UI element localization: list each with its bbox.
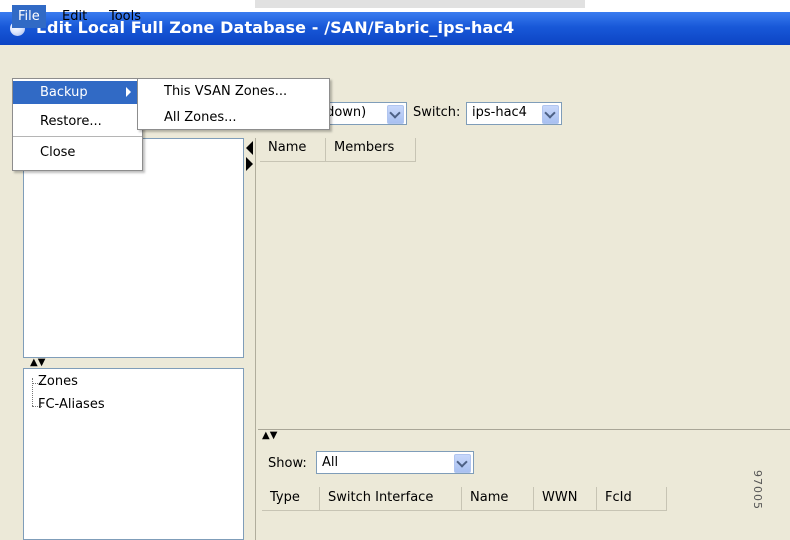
column-header-type[interactable]: Type xyxy=(262,487,320,511)
menu-item-close[interactable]: Close xyxy=(13,141,142,164)
split-pane-arrows-icon[interactable]: ▲▼ xyxy=(262,431,302,441)
column-header-name[interactable]: Name xyxy=(260,138,326,162)
chevron-down-icon[interactable] xyxy=(387,105,404,124)
zone-list-pane[interactable] xyxy=(23,138,244,358)
chevron-down-icon[interactable] xyxy=(542,105,559,124)
background-toolbar-remnant xyxy=(255,0,585,8)
submenu-arrow-icon xyxy=(126,87,131,97)
column-header-switch-interface[interactable]: Switch Interface xyxy=(320,487,462,511)
split-pane-arrows-icon[interactable]: ▲▼ xyxy=(30,358,70,368)
figure-code: 97005 xyxy=(751,470,764,510)
zone-tree-pane[interactable] xyxy=(23,368,244,540)
tree-item-zones[interactable]: Zones xyxy=(38,374,78,389)
show-select-value: All xyxy=(322,455,339,470)
expand-right-icon[interactable] xyxy=(246,157,253,171)
column-header-fcid[interactable]: FcId xyxy=(597,487,667,511)
menu-item-this-vsan-zones[interactable]: This VSAN Zones... xyxy=(164,81,287,103)
menu-bar xyxy=(0,45,790,78)
tree-item-fc-aliases[interactable]: FC-Aliases xyxy=(38,397,105,412)
zones-table-pane xyxy=(258,138,790,430)
column-header-members[interactable]: Members xyxy=(326,138,416,162)
menu-item-all-zones[interactable]: All Zones... xyxy=(164,107,237,129)
menu-edit[interactable]: Edit xyxy=(56,5,93,28)
show-label: Show: xyxy=(268,456,307,471)
chevron-down-icon[interactable] xyxy=(454,454,471,473)
menu-file[interactable]: File xyxy=(12,5,46,28)
column-header-wwn[interactable]: WWN xyxy=(534,487,597,511)
switch-label: Switch: xyxy=(413,105,461,120)
menu-item-restore[interactable]: Restore... xyxy=(13,110,142,133)
switch-select-value: ips-hac4 xyxy=(472,105,527,120)
menu-tools[interactable]: Tools xyxy=(103,5,147,28)
menu-item-backup[interactable]: Backup xyxy=(13,81,142,104)
collapse-left-icon[interactable] xyxy=(246,141,253,155)
menu-separator xyxy=(13,136,142,137)
show-select[interactable] xyxy=(316,451,474,474)
column-header-name[interactable]: Name xyxy=(462,487,534,511)
